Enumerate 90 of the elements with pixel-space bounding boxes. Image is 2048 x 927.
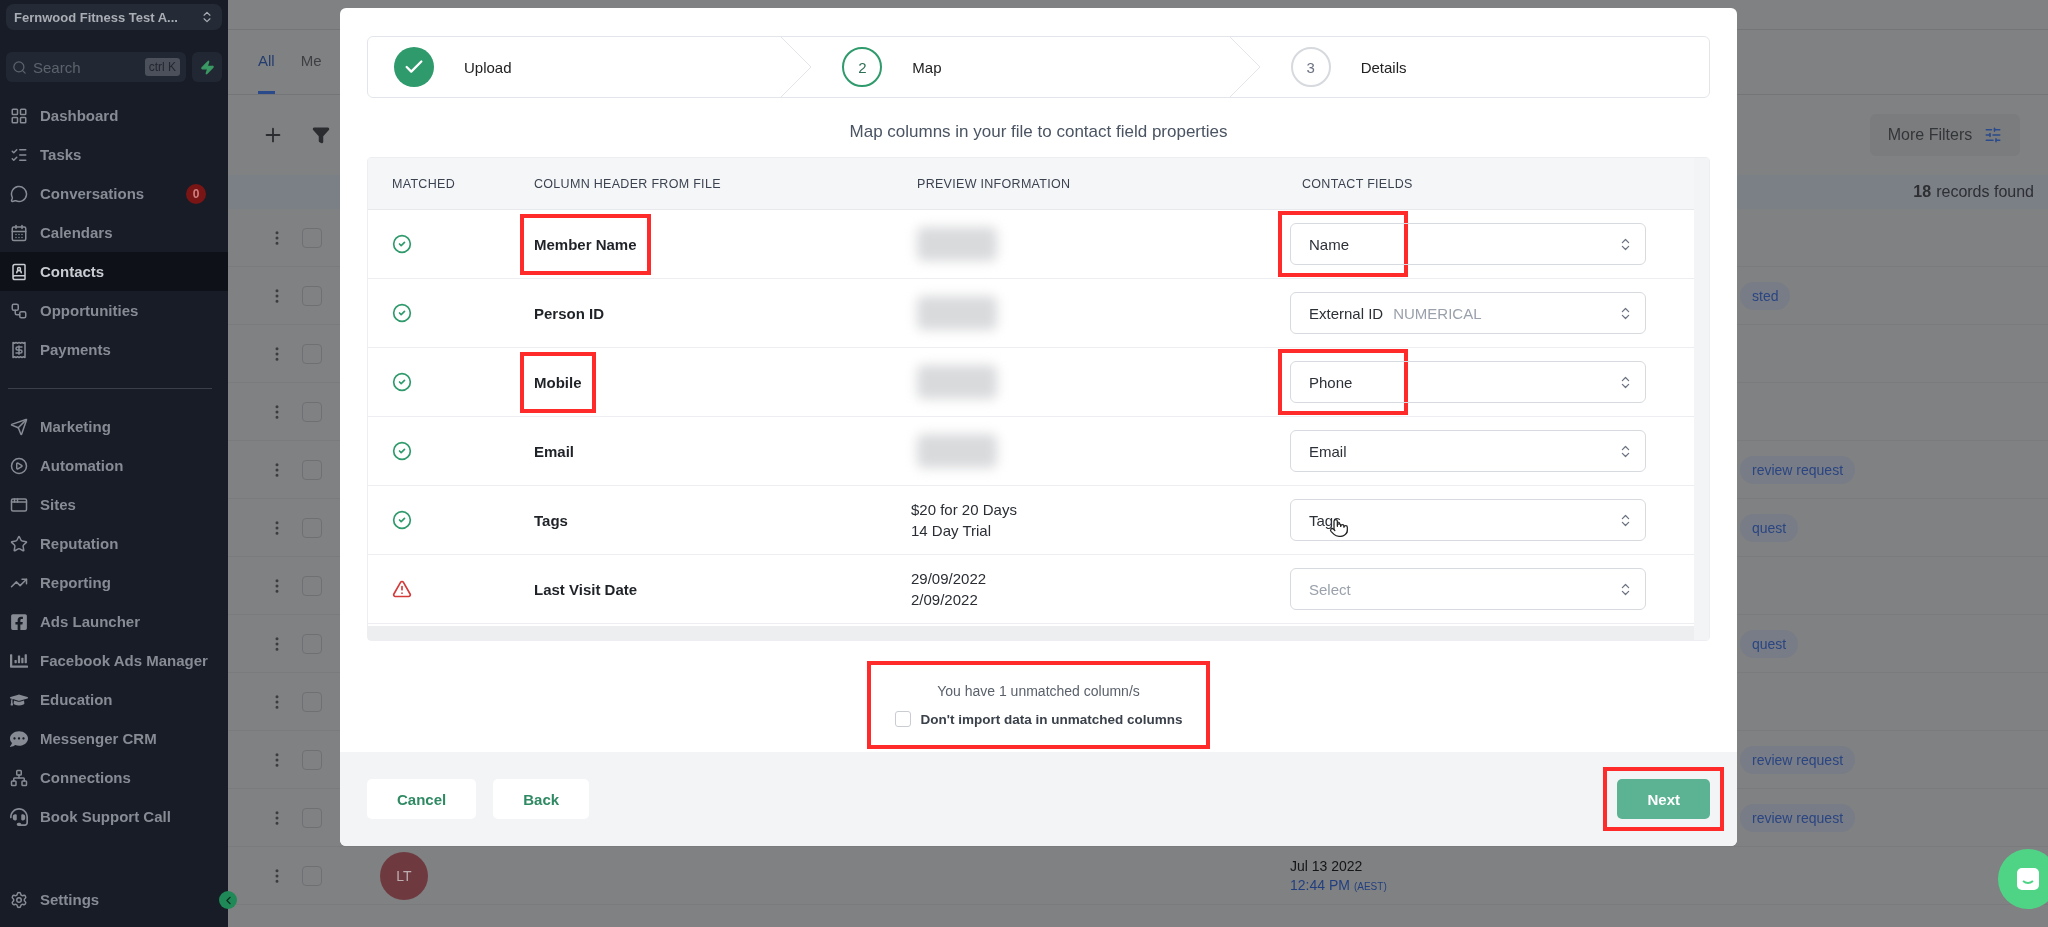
tab[interactable]: Me [300,52,322,94]
skip-unmatched-checkbox[interactable]: Don't import data in unmatched columns [894,711,1183,727]
records-count: 18 [1913,183,1932,201]
sliders-icon [1984,126,2003,144]
sidebar-item[interactable]: Ads Launcher [0,602,228,641]
column-header: PREVIEW INFORMATION [916,176,1072,191]
step-label: Upload [464,58,512,76]
sidebar-item[interactable]: Conversations 0 [0,174,228,213]
column-header: CONTACT FIELDS [1301,176,1414,191]
bar-chart-icon [10,651,28,670]
file-column-name: Member Name [534,235,637,253]
network-nodes-icon [10,301,28,320]
step-indicator: 2 [842,47,883,87]
receipt-icon [10,340,28,359]
network-icon [10,768,28,787]
file-column-name: Mobile [534,373,582,391]
preview-value: 2/09/2022 [911,590,979,610]
sidebar-item[interactable]: Education [0,680,228,719]
sidebar-item[interactable]: Tasks [0,135,228,174]
unmatched-notice: You have 1 unmatched column/s [937,683,1140,699]
sidebar-item[interactable]: Sites [0,485,228,524]
sidebar-item[interactable]: Settings [0,880,200,919]
sidebar-item[interactable]: Calendars [0,213,228,252]
chat-bubble-icon [10,729,28,748]
chat-icon [2014,865,2042,893]
headset-icon [10,807,28,826]
sidebar-item[interactable]: Facebook Ads Manager [0,641,228,680]
step-label: Map [912,58,942,76]
sidebar-item[interactable]: Dashboard [0,96,228,135]
back-button[interactable]: Back [493,779,590,819]
sidebar-item[interactable]: Opportunities [0,291,228,330]
tag-pill: review request [1740,803,1856,832]
paper-plane-icon [10,417,28,436]
contact-field-select[interactable]: Email [1290,430,1646,472]
quick-action-button[interactable] [192,52,222,82]
more-filters-button[interactable]: More Filters [1870,114,2020,156]
vertical-scrollbar[interactable] [1694,158,1709,640]
step-indicator: 3 [1290,47,1331,87]
dashboard-grid-icon [10,106,28,125]
sidebar-item[interactable]: Marketing [0,407,228,446]
contact-book-icon [10,262,28,281]
column-header: MATCHED [391,176,456,191]
time-text: 12:44 PM (AEST) [1290,877,1387,893]
sidebar-item[interactable]: Automation [0,446,228,485]
sidebar-item[interactable]: Messenger CRM [0,719,228,758]
contact-field-select[interactable]: Select [1290,568,1646,610]
star-icon [10,534,28,553]
sidebar-item[interactable]: Reporting [0,563,228,602]
contact-field-select[interactable]: Name [1290,223,1646,265]
tab[interactable]: All [258,52,275,94]
file-column-name: Person ID [534,304,605,322]
avatar-circle: LT [380,851,428,900]
preview-value: 14 Day Trial [911,521,993,541]
count-badge: 0 [186,183,206,204]
sidebar-item[interactable]: Book Support Call [0,797,228,836]
column-header: COLUMN HEADER FROM FILE [533,176,722,191]
tag-pill: review request [1740,455,1856,484]
tag-pill: quest [1740,513,1799,542]
chat-bubble-icon [10,184,28,203]
chat-launcher-button[interactable] [1998,849,2048,909]
search-icon [12,59,27,75]
step-label: Details [1360,58,1407,76]
collapse-sidebar-button[interactable] [219,891,237,909]
date-text: Jul 13 2022 [1290,858,1364,874]
sidebar-item[interactable]: Reputation [0,524,228,563]
contact-field-select[interactable]: Phone [1290,361,1646,403]
instructions-text: Map columns in your file to contact field properties [848,122,1229,142]
settings-icon [10,890,28,909]
preview-value: 29/09/2022 [911,569,987,589]
lightning-icon [199,59,215,75]
sidebar-item[interactable]: Payments [0,330,228,369]
filter-icon[interactable] [312,126,330,144]
cancel-button[interactable]: Cancel [367,779,477,819]
file-column-name: Tags [534,511,568,529]
calendar-icon [10,223,28,242]
tag-pill: sted [1740,281,1791,310]
sidebar-item[interactable]: Connections [0,758,228,797]
account-switcher[interactable]: Fernwood Fitness Test A... [6,4,222,30]
next-button[interactable]: Next [1617,779,1710,819]
play-circle-icon [10,456,28,475]
file-column-name: Email [534,442,575,460]
tag-pill: quest [1740,629,1799,658]
browser-window-icon [10,495,28,514]
contact-field-select[interactable]: External ID NUMERICAL [1290,292,1646,334]
preview-value: $20 for 20 Days [911,500,1017,520]
records-label: records found [1936,183,2034,201]
tag-pill: review request [1740,745,1856,774]
facebook-icon [10,612,28,631]
sidebar-item[interactable]: Contacts [0,252,228,291]
file-column-name: Last Visit Date [534,580,638,598]
